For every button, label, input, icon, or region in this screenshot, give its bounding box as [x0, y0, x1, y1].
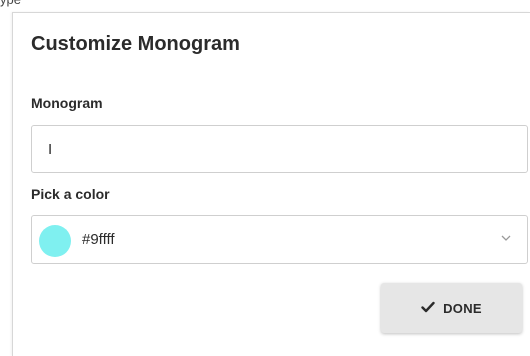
check-icon [421, 301, 435, 316]
monogram-label: Monogram [31, 95, 103, 111]
page: ype Customize Monogram Monogram Pick a c… [0, 0, 530, 356]
dialog-title: Customize Monogram [31, 33, 240, 55]
done-button[interactable]: DONE [381, 283, 522, 333]
background-partial-text: ype [0, 0, 21, 7]
color-swatch [39, 225, 71, 257]
monogram-input[interactable] [31, 125, 528, 173]
pick-color-label: Pick a color [31, 186, 110, 202]
customize-monogram-dialog: Customize Monogram Monogram Pick a color… [12, 12, 530, 356]
color-select[interactable]: #9ffff [31, 215, 528, 264]
chevron-down-icon [499, 231, 513, 245]
color-value: #9ffff [82, 231, 115, 248]
done-button-label: DONE [443, 300, 482, 316]
